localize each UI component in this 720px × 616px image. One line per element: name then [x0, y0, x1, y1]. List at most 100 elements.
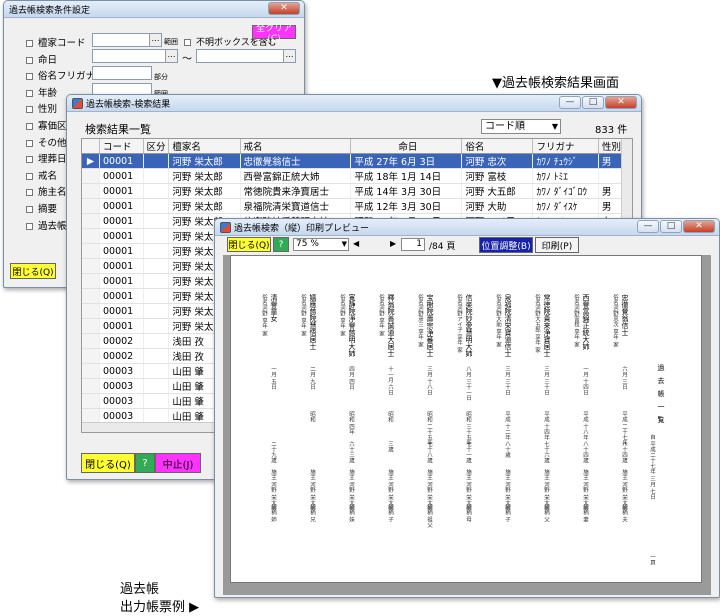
field-checkbox[interactable]: [26, 206, 33, 213]
prev-page-icon[interactable]: ◀: [353, 239, 359, 248]
field-label: 命日: [38, 54, 58, 66]
row-header[interactable]: [82, 168, 100, 184]
entry-date: 三月 三十日: [504, 366, 510, 396]
entry-date: 十一月 六日: [387, 366, 393, 396]
column-header[interactable]: 檀家名: [168, 139, 241, 154]
table-cell: [598, 168, 623, 184]
entry-date: 八月 三十一日: [465, 366, 471, 401]
minimize-icon[interactable]: —: [637, 220, 659, 233]
condition-field-row: 檀家コード: [26, 35, 86, 49]
field-checkbox[interactable]: [26, 139, 33, 147]
row-header[interactable]: [82, 258, 100, 274]
maximize-icon[interactable]: □: [582, 96, 604, 109]
maximize-icon[interactable]: □: [660, 220, 682, 233]
field-checkbox[interactable]: [26, 106, 33, 114]
table-cell: 常徳院貴来浄寶居士: [240, 183, 352, 199]
table-cell: [143, 393, 170, 409]
column-header[interactable]: 区分: [143, 139, 170, 154]
table-row[interactable]: 00001 河野 栄太郎 常徳院貴来浄寶居士 平成 14年 3月 30日 河野 大五郎ｶ…: [82, 183, 623, 199]
condition-close-button[interactable]: 閉じる(Q): [10, 263, 56, 279]
row-header[interactable]: [82, 348, 100, 364]
table-cell: 男: [598, 153, 623, 169]
table-cell: 河野 栄太郎: [168, 198, 241, 214]
result-help-button[interactable]: ?: [135, 453, 155, 473]
column-header[interactable]: 戒名: [240, 139, 352, 154]
row-header[interactable]: ▶: [82, 153, 100, 169]
column-header[interactable]: 性別: [598, 139, 623, 154]
deathday-to-input[interactable]: …: [196, 49, 296, 63]
entry-head: 俗名河野彦三 享年 家: [417, 294, 423, 347]
column-header[interactable]: 俗名: [461, 139, 534, 154]
row-header[interactable]: [82, 243, 100, 259]
table-row[interactable]: 00001 河野 栄太郎 泉福院清栄寶道信士 平成 12年 3月 30日 河野 大助 ｶﾜ…: [82, 198, 623, 214]
row-header[interactable]: [82, 318, 100, 334]
next-page-icon[interactable]: ▶: [390, 239, 396, 248]
row-header[interactable]: [82, 288, 100, 304]
row-header[interactable]: [82, 213, 100, 229]
row-header[interactable]: [82, 228, 100, 244]
field-checkbox[interactable]: [26, 123, 33, 130]
doc-date: 自 平成二十七年 三月 七日: [649, 434, 655, 500]
column-header[interactable]: 命日: [350, 139, 463, 154]
row-header[interactable]: [82, 198, 100, 214]
browse-button[interactable]: …: [283, 50, 295, 62]
table-cell: 河野 栄太郎: [168, 183, 241, 199]
row-header[interactable]: [82, 363, 100, 379]
clear-all-button[interactable]: 全クリア(C): [252, 24, 296, 44]
field-checkbox[interactable]: [26, 189, 33, 197]
result-close-button[interactable]: 閉じる(Q): [81, 453, 135, 473]
entry-date: 六月 三日: [621, 366, 627, 390]
result-close-icon[interactable]: ✕: [605, 96, 637, 109]
row-header[interactable]: [82, 303, 100, 319]
preview-help-button[interactable]: ?: [273, 237, 289, 252]
preview-title: 過去帳検索（縦）印刷プレビュー: [234, 223, 370, 234]
page-input[interactable]: 1: [401, 238, 425, 251]
table-cell: 泉福院清栄寶道信士: [240, 198, 352, 214]
stop-button[interactable]: 中止(J): [155, 453, 201, 473]
entry-date: 一月 五日: [270, 366, 276, 390]
entry-head: 俗名河野 享年 家: [300, 294, 306, 336]
field-checkbox[interactable]: [26, 89, 33, 97]
field-checkbox[interactable]: [26, 73, 33, 81]
table-row[interactable]: ▶ 00001 河野 栄太郎 忠徹覺翁信士 平成 27年 6月 3日 河野 忠次 ｶﾜﾉ ﾁ…: [82, 153, 623, 169]
print-button[interactable]: 印刷(P): [535, 237, 579, 253]
browse-button[interactable]: …: [165, 50, 177, 62]
entry-era: 昭和: [387, 411, 393, 422]
condition-field-row: 俗名フリガナ: [26, 68, 95, 82]
column-header[interactable]: コード: [99, 139, 144, 154]
row-header[interactable]: [82, 273, 100, 289]
field-checkbox[interactable]: [26, 172, 33, 180]
table-cell: 河野 大助: [461, 198, 534, 214]
preview-close-button[interactable]: 閉じる(Q): [227, 237, 271, 252]
app-icon: [72, 97, 83, 109]
column-header[interactable]: フリガナ: [532, 139, 599, 154]
row-header[interactable]: [82, 393, 100, 409]
kana-input[interactable]: [92, 66, 152, 80]
condition-close-icon[interactable]: ✕: [268, 2, 300, 15]
doc-page: 一頁: [649, 554, 655, 565]
condition-field-row: 摘要: [26, 201, 57, 215]
field-checkbox[interactable]: [26, 222, 33, 230]
table-row[interactable]: 00001 河野 栄太郎 西譽富錦正統大姉 平成 18年 1月 14日 河野 富枝 ｶﾜﾉ…: [82, 168, 623, 184]
preview-close-icon[interactable]: ✕: [683, 220, 715, 233]
entry-relation: 続柄 妻: [582, 504, 588, 523]
field-checkbox[interactable]: [26, 56, 33, 64]
field-checkbox[interactable]: [26, 156, 33, 164]
entry-head: 俗名河野忠次 享年 家: [612, 294, 618, 347]
field-checkbox[interactable]: [26, 40, 33, 47]
missing-box-checkbox[interactable]: [184, 39, 191, 46]
entry-relation: 続柄 祖父: [426, 504, 432, 528]
row-header[interactable]: [82, 183, 100, 199]
zoom-select[interactable]: 75 % ▼: [293, 238, 349, 251]
position-adjust-button[interactable]: 位置調整(B): [479, 237, 533, 253]
table-header-row: コード 区分 檀家名 戒名 命日 俗名 フリガナ 性別: [82, 139, 623, 154]
code-from-input[interactable]: …: [92, 33, 162, 47]
row-header[interactable]: [82, 378, 100, 394]
field-label: 摘要: [38, 204, 58, 215]
row-header[interactable]: [82, 333, 100, 349]
deathday-from-input[interactable]: …: [92, 49, 178, 63]
browse-button[interactable]: …: [149, 34, 161, 46]
entry-age: 八十四歳: [621, 441, 627, 463]
minimize-icon[interactable]: —: [559, 96, 581, 109]
sort-select[interactable]: コード順 ▼: [481, 119, 561, 134]
